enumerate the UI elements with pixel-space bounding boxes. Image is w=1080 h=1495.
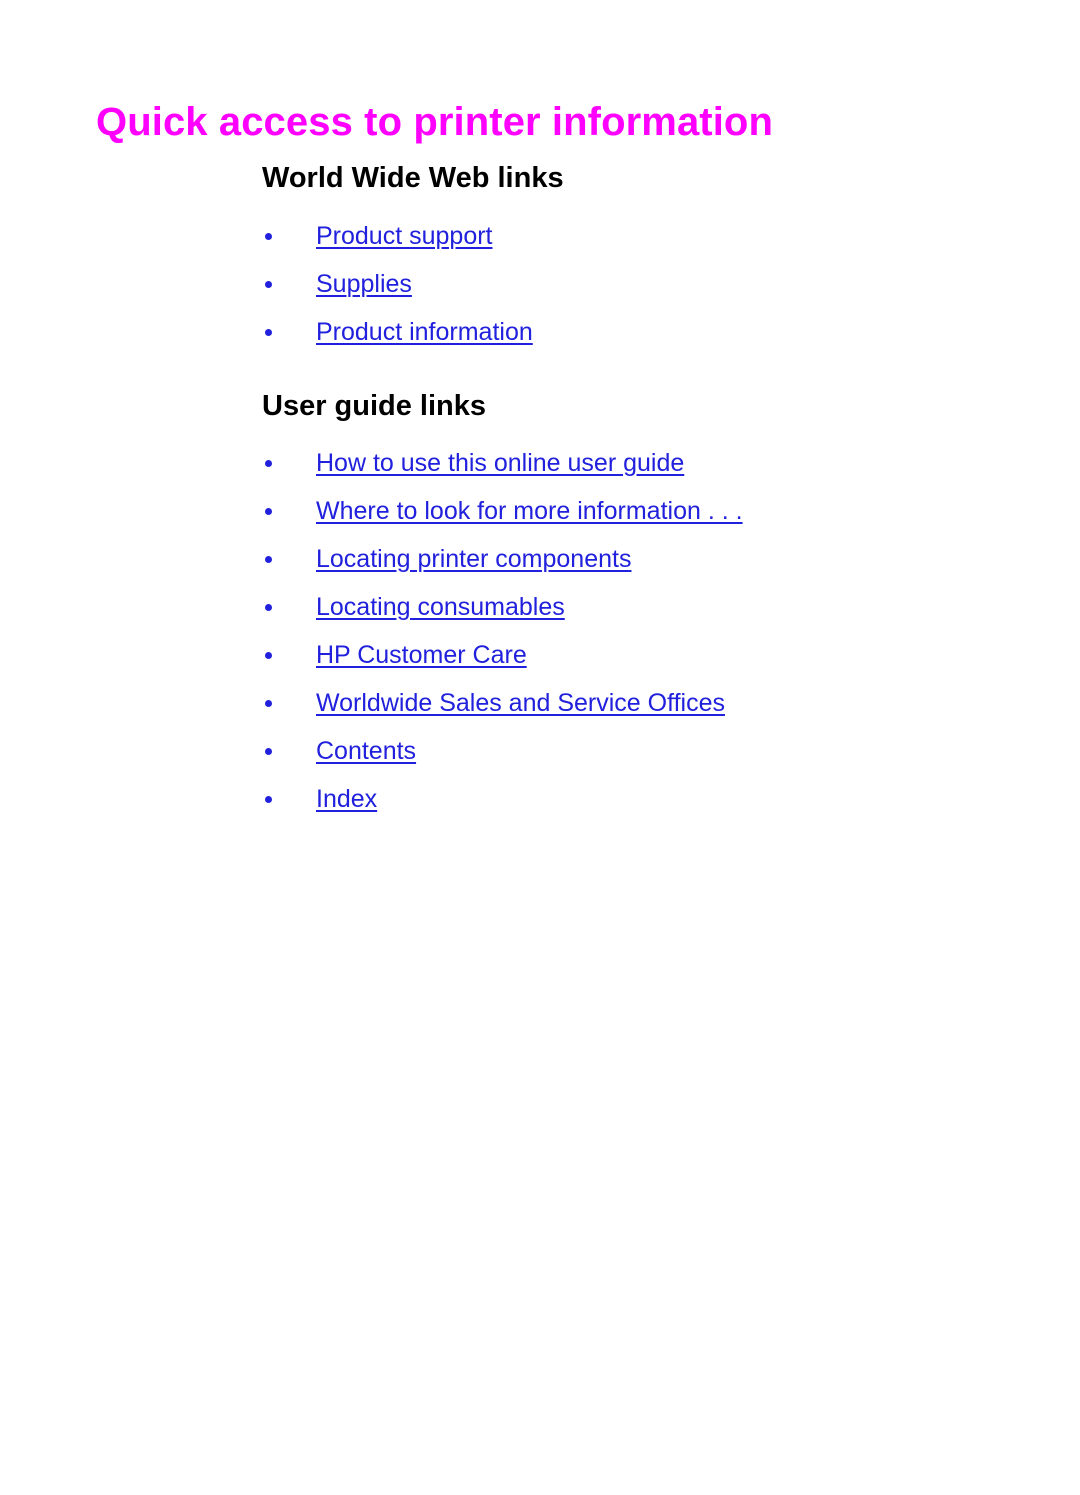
list-item: HP Customer Care bbox=[262, 631, 1022, 679]
list-item: Contents bbox=[262, 727, 1022, 775]
list-item: Worldwide Sales and Service Offices bbox=[262, 679, 1022, 727]
list-item: Product information bbox=[262, 308, 1022, 356]
link-locating-printer-components[interactable]: Locating printer components bbox=[316, 545, 631, 573]
link-supplies[interactable]: Supplies bbox=[316, 270, 412, 298]
bullet-icon bbox=[265, 555, 272, 563]
list-item: Supplies bbox=[262, 260, 1022, 308]
page-title: Quick access to printer information bbox=[96, 99, 773, 144]
bullet-icon bbox=[265, 459, 272, 467]
list-item: Locating printer components bbox=[262, 535, 1022, 583]
bullet-icon bbox=[265, 651, 272, 659]
list-item: Product support bbox=[262, 212, 1022, 260]
bullet-icon bbox=[265, 281, 272, 289]
bullet-icon bbox=[265, 507, 272, 515]
link-worldwide-sales-and-service-offices[interactable]: Worldwide Sales and Service Offices bbox=[316, 689, 725, 717]
user-guide-links-list: How to use this online user guide Where … bbox=[262, 439, 1022, 823]
bullet-icon bbox=[265, 233, 272, 241]
link-hp-customer-care[interactable]: HP Customer Care bbox=[316, 641, 527, 669]
link-index[interactable]: Index bbox=[316, 785, 377, 813]
bullet-icon bbox=[265, 699, 272, 707]
section-user-guide-links: User guide links How to use this online … bbox=[262, 388, 1022, 822]
content-column: World Wide Web links Product support Sup… bbox=[262, 160, 1022, 823]
bullet-icon bbox=[265, 603, 272, 611]
link-where-to-look-for-more-information[interactable]: Where to look for more information . . . bbox=[316, 497, 743, 525]
section-heading-world-wide-web-links: World Wide Web links bbox=[262, 162, 564, 194]
section-heading-user-guide-links: User guide links bbox=[262, 390, 487, 423]
bullet-icon bbox=[265, 795, 272, 803]
list-item: How to use this online user guide bbox=[262, 439, 1022, 487]
link-contents[interactable]: Contents bbox=[316, 737, 416, 765]
section-world-wide-web-links: World Wide Web links Product support Sup… bbox=[262, 160, 1022, 356]
link-how-to-use-this-online-user-guide[interactable]: How to use this online user guide bbox=[316, 449, 684, 477]
document-page: Quick access to printer information Worl… bbox=[0, 0, 1080, 1495]
list-item: Index bbox=[262, 775, 1022, 823]
bullet-icon bbox=[265, 329, 272, 337]
bullet-icon bbox=[265, 747, 272, 755]
list-item: Where to look for more information . . . bbox=[262, 487, 1022, 535]
link-product-support[interactable]: Product support bbox=[316, 222, 493, 250]
link-product-information[interactable]: Product information bbox=[316, 318, 533, 346]
web-links-list: Product support Supplies Product informa… bbox=[262, 212, 1022, 356]
list-item: Locating consumables bbox=[262, 583, 1022, 631]
link-locating-consumables[interactable]: Locating consumables bbox=[316, 593, 565, 621]
